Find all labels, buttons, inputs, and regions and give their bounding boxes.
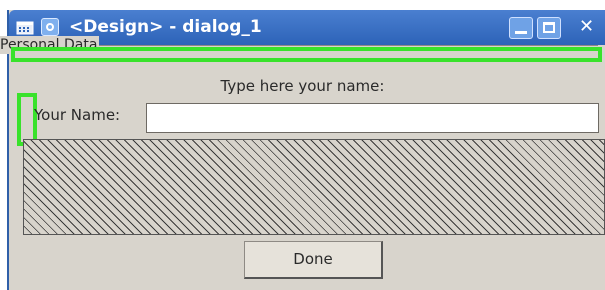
- name-input[interactable]: [146, 103, 599, 133]
- name-label: Your Name:: [34, 106, 121, 124]
- maximize-button[interactable]: [537, 17, 561, 39]
- close-button[interactable]: ✕: [579, 16, 594, 38]
- selection-highlight-top[interactable]: [11, 47, 602, 62]
- menu-icon[interactable]: [16, 19, 34, 37]
- done-button[interactable]: Done: [244, 241, 383, 279]
- app-icon: [41, 18, 59, 36]
- hint-label: Type here your name:: [220, 77, 385, 95]
- minimize-button[interactable]: [509, 17, 533, 39]
- hatched-placeholder-area[interactable]: [23, 139, 605, 235]
- window-title: <Design> - dialog_1: [69, 17, 262, 37]
